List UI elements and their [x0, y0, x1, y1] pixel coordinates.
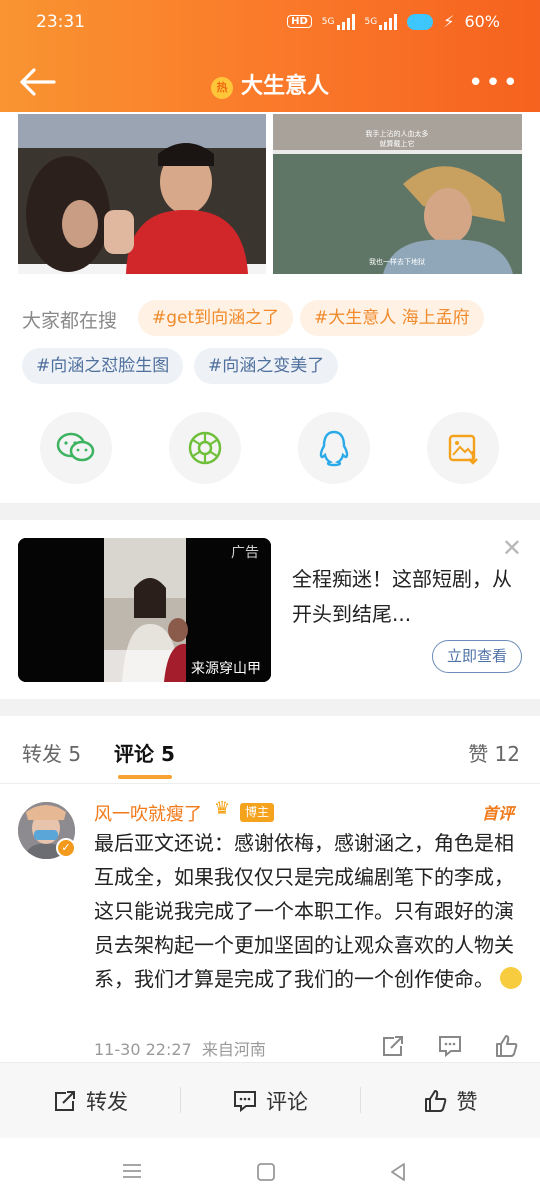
share-wechat-button[interactable] [40, 412, 112, 484]
tab-comment[interactable]: 评论 5 [114, 738, 175, 767]
page-title-text: 大生意人 [240, 74, 329, 99]
like-icon [424, 1090, 446, 1112]
comment-label: 评论 [266, 1090, 308, 1114]
comment-meta: 11-30 22:27 来自河南 [94, 1036, 266, 1060]
save-image-button[interactable] [427, 412, 499, 484]
comment-body: 最后亚文还说：感谢依梅，感谢涵之，角色是相互成全，如果我仅仅只是完成编剧笔下的李… [94, 831, 514, 991]
author-badge: 博主 [240, 803, 275, 822]
search-tag-2[interactable]: #大生意人 海上孟府 [300, 300, 484, 336]
home-icon[interactable] [256, 1162, 276, 1182]
post-image-1[interactable] [18, 114, 266, 274]
tabs-divider [0, 783, 540, 784]
image-caption-top: 我手上沾的人血太多 [366, 129, 429, 138]
bottom-action-bar: 转发 评论 赞 [0, 1062, 540, 1138]
active-tab-indicator [118, 775, 172, 779]
repost-label: 转发 [86, 1090, 128, 1114]
header-bar: 23:31 HD 5G 5G ⚡ 60% 热大生意人 ••• [0, 0, 540, 112]
image-caption-mid: 就算戴上它 [380, 139, 415, 148]
repost-button[interactable]: 转发 [0, 1063, 180, 1139]
hd-icon: HD [287, 15, 312, 28]
search-tag-4[interactable]: #向涵之变美了 [194, 348, 339, 384]
page-title: 热大生意人 [0, 68, 540, 100]
search-section-label: 大家都在搜 [22, 310, 118, 332]
download-image-icon [448, 434, 478, 465]
status-time: 23:31 [36, 12, 85, 32]
comment-share-icon[interactable] [380, 1034, 406, 1058]
comment-text: 最后亚文还说：感谢依梅，感谢涵之，角色是相互成全，如果我仅仅只是完成编剧笔下的李… [94, 826, 524, 996]
comment-icon [234, 1091, 256, 1113]
comment-time: 11-30 22:27 [94, 1040, 192, 1059]
wechat-icon [56, 432, 95, 462]
search-tag-3[interactable]: #向涵之怼脸生图 [22, 348, 184, 384]
menu-icon[interactable] [121, 1162, 143, 1180]
close-ad-icon[interactable]: ✕ [502, 534, 522, 562]
network-5g-label-2: 5G [364, 16, 378, 27]
like-label: 赞 [456, 1090, 478, 1114]
verified-icon: ✓ [56, 838, 76, 858]
nav-bar: 热大生意人 ••• [0, 60, 540, 104]
share-moments-button[interactable] [169, 412, 241, 484]
section-divider-2 [0, 699, 540, 716]
post-image-2[interactable]: 我手上沾的人血太多 就算戴上它 我也一样去下地狱 [273, 114, 522, 274]
interaction-tabs: 转发 5 评论 5 赞 12 [0, 736, 540, 784]
crown-icon: ♛ [214, 798, 231, 819]
comment-reply-icon[interactable] [437, 1034, 463, 1058]
ad-description[interactable]: 全程痴迷！这部短剧，从开头到结尾... [292, 562, 512, 632]
more-options-icon[interactable]: ••• [468, 68, 520, 98]
charging-icon: ⚡ [443, 12, 455, 31]
hot-topic-icon: 热 [210, 77, 233, 99]
back-nav-icon[interactable] [388, 1162, 408, 1182]
section-divider [0, 503, 540, 520]
ad-source-label: 来源穿山甲 [191, 661, 261, 677]
search-tag-1[interactable]: #get到向涵之了 [138, 300, 294, 336]
emoji-icon [500, 967, 523, 989]
like-button[interactable]: 赞 [360, 1063, 540, 1139]
qq-icon [319, 430, 349, 467]
repost-icon [55, 1091, 75, 1111]
image-caption-bottom: 我也一样去下地狱 [369, 257, 425, 266]
drama-still-image-2: 我手上沾的人血太多 就算戴上它 我也一样去下地狱 [273, 114, 522, 274]
battery-percent: 60% [464, 12, 500, 31]
signal-icon-2 [379, 13, 398, 30]
comment-username[interactable]: 风一吹就瘦了 [94, 800, 202, 826]
ad-video-thumbnail[interactable]: 广告 来源穿山甲 [18, 538, 271, 682]
comment-button[interactable]: 评论 [180, 1063, 360, 1139]
cloud-icon [407, 13, 434, 30]
network-5g-label: 5G [321, 16, 335, 27]
moments-icon [188, 431, 222, 465]
tab-like[interactable]: 赞 12 [468, 738, 520, 767]
comment-like-icon[interactable] [494, 1034, 520, 1058]
tab-repost[interactable]: 转发 5 [22, 738, 81, 767]
ad-badge: 广告 [231, 545, 259, 561]
first-comment-badge: 首评 [481, 804, 514, 823]
system-navigation-bar [0, 1138, 540, 1204]
comment-source: 来自河南 [201, 1040, 266, 1059]
signal-icon [336, 13, 355, 30]
ad-view-now-button[interactable]: 立即查看 [432, 640, 522, 673]
status-bar: 23:31 HD 5G 5G ⚡ 60% [0, 10, 540, 38]
drama-still-image [18, 114, 266, 274]
share-qq-button[interactable] [298, 412, 370, 484]
